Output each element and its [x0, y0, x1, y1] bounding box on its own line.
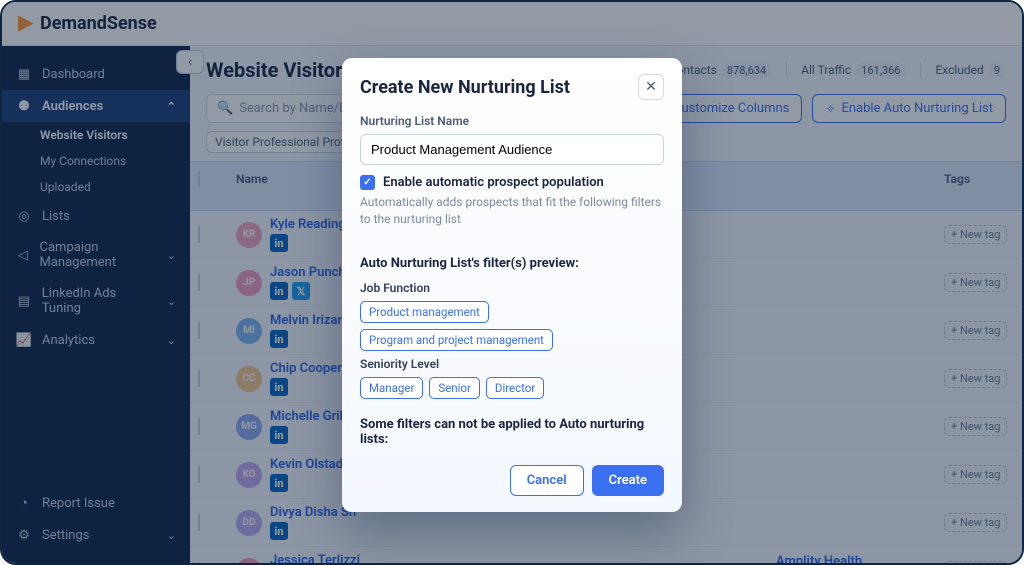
filter-pill[interactable]: Senior — [429, 377, 480, 399]
create-button[interactable]: Create — [592, 465, 664, 496]
nurturing-list-name-input[interactable] — [360, 134, 664, 165]
seniority-pills: Manager Senior Director — [360, 377, 664, 399]
filter-pill[interactable]: Director — [486, 377, 544, 399]
name-field-label: Nurturing List Name — [360, 114, 664, 128]
auto-populate-checkbox[interactable]: ✓ Enable automatic prospect population — [360, 175, 664, 190]
filters-preview-heading: Auto Nurturing List's filter(s) preview: — [360, 256, 664, 271]
job-function-pills: Product management Program and project ma… — [360, 301, 664, 351]
seniority-label: Seniority Level — [360, 357, 664, 371]
job-function-label: Job Function — [360, 281, 664, 295]
close-icon: ✕ — [645, 79, 657, 95]
filter-pill[interactable]: Manager — [360, 377, 423, 399]
auto-populate-hint: Automatically adds prospects that fit th… — [360, 194, 664, 228]
modal-title: Create New Nurturing List — [360, 77, 570, 98]
create-nurturing-list-modal: Create New Nurturing List ✕ Nurturing Li… — [342, 58, 682, 512]
filter-pill[interactable]: Product management — [360, 301, 489, 323]
filter-warning: Some filters can not be applied to Auto … — [360, 417, 664, 447]
modal-overlay: Create New Nurturing List ✕ Nurturing Li… — [2, 2, 1022, 563]
checkbox-checked-icon: ✓ — [360, 175, 375, 190]
cancel-button[interactable]: Cancel — [510, 465, 584, 496]
close-modal-button[interactable]: ✕ — [638, 74, 664, 100]
filter-pill[interactable]: Program and project management — [360, 329, 553, 351]
app-window: DemandSense ‹ ▦Dashboard ⚉Audiences⌃ Web… — [0, 0, 1024, 565]
